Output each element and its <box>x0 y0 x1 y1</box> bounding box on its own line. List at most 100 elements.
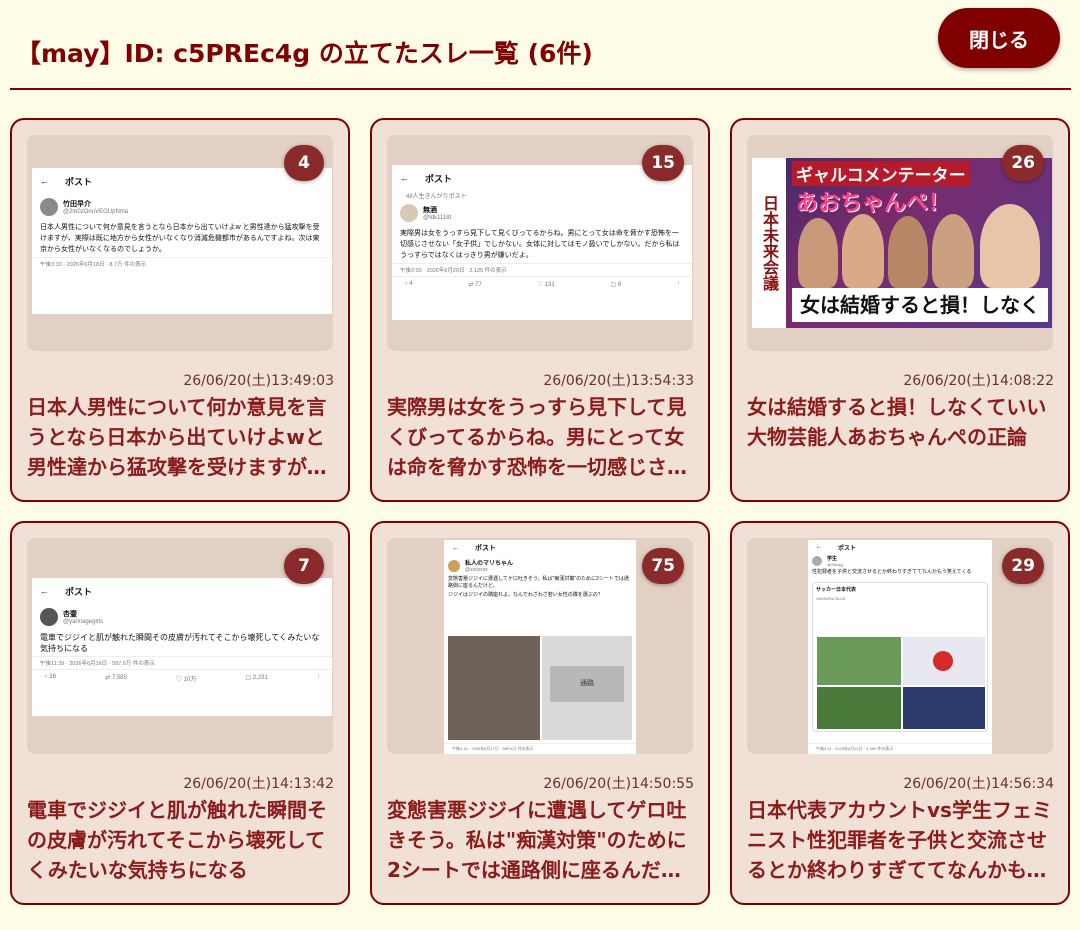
tweet-screenshot: ← ポスト 杏壷 @yarinagegirls 電車でジジイと肌が触れた瞬間その皮膚… <box>32 578 332 716</box>
reply-count-badge: 7 <box>284 548 324 584</box>
tweet-handle: @2m0zOnuVEGUpNma <box>63 209 129 215</box>
tv-program-name: 日本未来会議 <box>752 158 786 328</box>
thread-card[interactable]: ← ポスト 48人生きんがりポスト 無酒 @tdk1118t 実際男は女をうっすら見… <box>370 118 710 502</box>
person-figure <box>980 204 1040 288</box>
thread-date: 26/06/20(土)14:50:55 <box>543 776 694 792</box>
tweet-text-2: ジジイはジジイの隣座れよ。なんでわざわざ若い女性の隣を選ぶの？ <box>448 592 603 598</box>
tweet-handle: @msbjqj <box>827 562 843 567</box>
tweet-screenshot: ← ポスト 私人のマリちゃん @xxxxxxx 変態害悪ジジイに遭遇してゲロ吐きそう… <box>444 540 636 754</box>
bookmark-icon: ▢ 2,231 <box>245 675 268 681</box>
photo-field <box>817 637 901 685</box>
reply-icon: ○ 26 <box>44 674 56 680</box>
flag-circle <box>933 651 953 671</box>
thread-title[interactable]: 日本人男性について何か意見を言うとなら日本から出ていけよwと男性達から猛攻撃を受… <box>27 392 337 482</box>
tweet-screenshot: ← ポスト 学生 @msbjqj 性犯罪者を子供と交流させるとか終わりすぎててなんか… <box>808 540 992 754</box>
tweet-text: 変態害悪ジジイに遭遇してゲロ吐きそう。私は"痴漢対策"のために2シートでは通路側… <box>448 576 629 589</box>
tweet-meta: 午後2:00 · 2026年6月20日 · 2,125 件の表示 <box>392 263 692 276</box>
back-arrow-icon: ← <box>816 544 822 550</box>
tweet-meta: 午後3:33 · 2026年6月18日 · 8.7万 件の表示 <box>32 257 332 270</box>
close-button[interactable]: 閉じる <box>938 8 1060 68</box>
tweet-text: 電車でジジイと肌が触れた瞬間その皮膚が汚れてそこから壊死してくみたいな気持ちにな… <box>40 633 320 653</box>
quoted-tweet: サッカー日本代表 SAMURAI BLUE <box>812 582 988 732</box>
photo-flag <box>903 637 985 685</box>
train-photo <box>448 636 540 740</box>
tweet-header: ポスト <box>65 586 93 597</box>
reply-count-badge: 26 <box>1002 145 1044 181</box>
tweet-handle: @tdk1118t <box>423 215 452 221</box>
tv-caption-name: あおちゃんぺ！ <box>796 191 951 216</box>
avatar <box>812 556 822 566</box>
tv-screenshot: 日本未来会議 ギャルコメンテーター あおちゃんぺ！ 女は結婚すると損！しなくてい… <box>752 158 1052 328</box>
avatar <box>400 204 418 222</box>
thread-title[interactable]: 変態害悪ジジイに遭遇してゲロ吐きそう。私は"痴漢対策"のために2シートでは通路側… <box>387 795 697 885</box>
back-arrow-icon: ← <box>452 544 459 552</box>
seat-diagram: 通路 <box>542 636 632 740</box>
repost-note: 48人生きんがりポスト <box>406 194 467 200</box>
person-figure <box>798 218 838 288</box>
tweet-author: 学生 <box>827 556 838 562</box>
share-icon: ↑ <box>316 674 320 680</box>
tweet-header: ポスト <box>65 176 93 187</box>
photo-players <box>903 687 985 729</box>
retweet-icon: ⇄ 77 <box>468 282 482 288</box>
aisle-label: 通路 <box>550 666 624 702</box>
thread-title[interactable]: 女は結婚すると損！しなくていい大物芸能人あおちゃんぺの正論 <box>747 392 1057 452</box>
bookmark-icon: ▢ 8 <box>610 282 622 288</box>
page-header: 【may】ID: c5PREc4g の立てたスレ一覧 (6件) <box>10 0 1071 90</box>
page-title: 【may】ID: c5PREc4g の立てたスレ一覧 (6件) <box>16 39 593 68</box>
back-arrow-icon: ← <box>400 173 409 183</box>
person-figure <box>932 214 974 288</box>
like-icon: ♡ 10万 <box>175 677 197 683</box>
thread-title[interactable]: 電車でジジイと肌が触れた瞬間その皮膚が汚れてそこから壊死してくみたいな気持ちにな… <box>27 795 337 885</box>
avatar <box>40 608 58 626</box>
thread-card[interactable]: ← ポスト 私人のマリちゃん @xxxxxxx 変態害悪ジジイに遭遇してゲロ吐きそう… <box>370 521 710 905</box>
tweet-meta: 午後4:16 · 2026年6月17日 · 889.8万 件の表示 <box>444 743 636 754</box>
tweet-text: 性犯罪者を子供と交流させるとか終わりすぎててなんかもう笑えてくる <box>812 569 972 575</box>
thread-date: 26/06/20(土)13:49:03 <box>183 373 334 389</box>
tweet-author: 杏壷 <box>63 611 77 618</box>
person-figure <box>842 214 884 288</box>
thread-date: 26/06/20(土)14:56:34 <box>903 776 1054 792</box>
tweet-handle: @xxxxxxx <box>465 567 488 573</box>
thread-grid: ← ポスト 竹田早介 @2m0zOnuVEGUpNma 日本人男性について何か意見を… <box>10 118 1071 908</box>
tweet-screenshot: ← ポスト 竹田早介 @2m0zOnuVEGUpNma 日本人男性について何か意見を… <box>32 168 332 314</box>
tweet-handle: @yarinagegirls <box>63 619 104 625</box>
avatar <box>448 559 460 572</box>
tweet-author: 私人のマリちゃん <box>465 561 514 567</box>
share-icon: ↑ <box>676 281 680 287</box>
like-icon: ♡ 131 <box>537 282 555 288</box>
tweet-actions: ○ 26 ⇄ 7,585 ♡ 10万 ▢ 2,231 ↑ <box>32 669 332 687</box>
tv-subtitle: 女は結婚すると損！しなくていい！ <box>792 288 1048 328</box>
tweet-actions: ○ 4 ⇄ 77 ♡ 131 ▢ 8 ↑ <box>392 276 692 292</box>
retweet-icon: ⇄ 7,585 <box>105 675 127 681</box>
tweet-meta: 午後11:39 · 2026年6月16日 · 587.6万 件の表示 <box>32 656 332 669</box>
quoted-author: サッカー日本代表 <box>816 587 857 593</box>
photo-team <box>817 687 901 729</box>
thread-date: 26/06/20(土)14:13:42 <box>183 776 334 792</box>
tweet-text: 実際男は女をうっすら見下して見くびってるからね。男にとって女は命を脅かす恐怖を一… <box>400 230 680 259</box>
thread-card[interactable]: 日本未来会議 ギャルコメンテーター あおちゃんぺ！ 女は結婚すると損！しなくてい… <box>730 118 1070 502</box>
reply-count-badge: 4 <box>284 145 324 181</box>
tv-caption-top: ギャルコメンテーター <box>792 161 970 186</box>
quoted-tag: SAMURAI BLUE <box>816 596 846 601</box>
tweet-screenshot: ← ポスト 48人生きんがりポスト 無酒 @tdk1118t 実際男は女をうっすら見… <box>392 165 692 320</box>
tweet-header: ポスト <box>425 173 453 184</box>
tweet-author: 無酒 <box>423 207 437 214</box>
thread-title[interactable]: 日本代表アカウントvs学生フェミニスト性犯罪者を子供と交流させるとか終わりすぎて… <box>747 795 1057 885</box>
thread-title[interactable]: 実際男は女をうっすら見下して見くびってるからね。男にとって女は命を脅かす恐怖を一… <box>387 392 697 482</box>
thread-date: 26/06/20(土)13:54:33 <box>543 373 694 389</box>
thread-card[interactable]: ← ポスト 竹田早介 @2m0zOnuVEGUpNma 日本人男性について何か意見を… <box>10 118 350 502</box>
tweet-author: 竹田早介 <box>63 201 91 208</box>
thread-card[interactable]: ← ポスト 杏壷 @yarinagegirls 電車でジジイと肌が触れた瞬間その皮膚… <box>10 521 350 905</box>
back-arrow-icon: ← <box>40 176 49 186</box>
tweet-text: 日本人男性について何か意見を言うとなら日本から出ていけよw と男性達から猛攻撃を… <box>40 224 320 253</box>
tweet-header: ポスト <box>838 545 857 552</box>
reply-count-badge: 75 <box>642 548 684 584</box>
tweet-meta: 午後3:11 · 2026年6月20日 · 4,360 件の表示 <box>808 743 992 754</box>
reply-count-badge: 15 <box>642 145 684 181</box>
back-arrow-icon: ← <box>40 586 49 596</box>
reply-icon: ○ 4 <box>404 281 413 287</box>
thread-card[interactable]: ← ポスト 学生 @msbjqj 性犯罪者を子供と交流させるとか終わりすぎててなんか… <box>730 521 1070 905</box>
avatar <box>40 198 58 216</box>
reply-count-badge: 29 <box>1002 548 1044 584</box>
